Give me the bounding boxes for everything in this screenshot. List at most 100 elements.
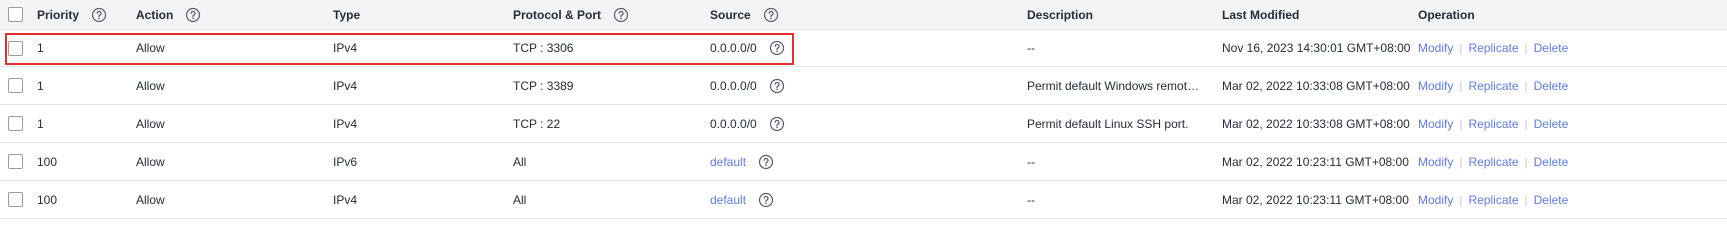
- replicate-link[interactable]: Replicate: [1468, 41, 1518, 55]
- operation-separator: |: [1459, 78, 1463, 93]
- header-type-label: Type: [333, 7, 361, 22]
- source-cell: default: [710, 181, 1020, 218]
- type-cell: IPv4: [333, 30, 503, 66]
- replicate-link[interactable]: Replicate: [1468, 117, 1518, 131]
- select-all-checkbox[interactable]: [8, 7, 23, 22]
- row-checkbox[interactable]: [8, 116, 23, 131]
- row-checkbox-cell: [8, 181, 28, 218]
- header-source-label: Source: [710, 7, 751, 22]
- row-checkbox[interactable]: [8, 78, 23, 93]
- modify-link[interactable]: Modify: [1418, 155, 1453, 169]
- replicate-link[interactable]: Replicate: [1468, 193, 1518, 207]
- protocol-port-value: TCP : 3389: [513, 78, 574, 93]
- source-value[interactable]: default: [710, 193, 746, 207]
- last-modified-cell: Mar 02, 2022 10:33:08 GMT+08:00: [1222, 105, 1412, 142]
- delete-link[interactable]: Delete: [1534, 79, 1569, 93]
- row-checkbox[interactable]: [8, 154, 23, 169]
- delete-link[interactable]: Delete: [1534, 117, 1569, 131]
- last-modified-cell: Mar 02, 2022 10:33:08 GMT+08:00: [1222, 67, 1412, 104]
- security-group-rules-table: Priority Action Type Protocol & Port Sou…: [0, 0, 1727, 246]
- row-checkbox-cell: [8, 30, 28, 66]
- header-operation: Operation: [1418, 0, 1718, 29]
- priority-cell: 100: [37, 143, 132, 180]
- description-cell: --: [1027, 181, 1209, 218]
- operation-separator: |: [1459, 192, 1463, 207]
- description-cell: --: [1027, 30, 1209, 66]
- header-type: Type: [333, 0, 503, 29]
- operation-separator: |: [1459, 41, 1463, 55]
- priority-value: 1: [37, 41, 44, 55]
- source-cell: default: [710, 143, 1020, 180]
- table-header: Priority Action Type Protocol & Port Sou…: [0, 0, 1727, 30]
- source-help-icon[interactable]: [769, 78, 785, 94]
- action-value: Allow: [136, 116, 165, 131]
- protocol-port-cell: TCP : 22: [513, 105, 703, 142]
- protocol-port-value: All: [513, 192, 527, 207]
- action-value: Allow: [136, 154, 165, 169]
- header-description-label: Description: [1027, 7, 1094, 22]
- last-modified-value: Mar 02, 2022 10:23:11 GMT+08:00: [1222, 192, 1409, 207]
- operation-separator: |: [1524, 154, 1528, 169]
- type-cell: IPv4: [333, 181, 503, 218]
- description-value: Permit default Windows remote d...: [1027, 78, 1202, 93]
- description-value: Permit default Linux SSH port.: [1027, 116, 1189, 131]
- modify-link[interactable]: Modify: [1418, 193, 1453, 207]
- source-help-icon[interactable]: [758, 192, 774, 208]
- operation-separator: |: [1524, 116, 1528, 131]
- modify-link[interactable]: Modify: [1418, 79, 1453, 93]
- header-last-modified-label: Last Modified: [1222, 7, 1300, 22]
- priority-help-icon[interactable]: [91, 7, 107, 23]
- modify-link[interactable]: Modify: [1418, 41, 1453, 55]
- description-value: --: [1027, 41, 1035, 55]
- action-cell: Allow: [136, 67, 326, 104]
- protocol-port-value: TCP : 3306: [513, 41, 574, 55]
- protocol-port-cell: All: [513, 143, 703, 180]
- action-cell: Allow: [136, 181, 326, 218]
- source-help-icon[interactable]: [763, 7, 779, 23]
- action-cell: Allow: [136, 105, 326, 142]
- last-modified-cell: Mar 02, 2022 10:23:11 GMT+08:00: [1222, 143, 1412, 180]
- header-action: Action: [136, 0, 326, 29]
- replicate-link[interactable]: Replicate: [1468, 155, 1518, 169]
- header-priority: Priority: [37, 0, 132, 29]
- last-modified-value: Mar 02, 2022 10:33:08 GMT+08:00: [1222, 78, 1410, 93]
- action-help-icon[interactable]: [185, 7, 201, 23]
- protocol-port-help-icon[interactable]: [613, 7, 629, 23]
- priority-value: 1: [37, 116, 44, 131]
- row-checkbox-cell: [8, 143, 28, 180]
- operation-cell: Modify | Replicate | Delete: [1418, 30, 1718, 66]
- delete-link[interactable]: Delete: [1534, 41, 1569, 55]
- last-modified-value: Mar 02, 2022 10:23:11 GMT+08:00: [1222, 154, 1409, 169]
- source-value: 0.0.0.0/0: [710, 41, 757, 55]
- header-protocol-port-label: Protocol & Port: [513, 7, 602, 22]
- row-checkbox[interactable]: [8, 40, 23, 56]
- header-checkbox-cell: [8, 0, 28, 29]
- protocol-port-cell: TCP : 3389: [513, 67, 703, 104]
- priority-value: 100: [37, 154, 58, 169]
- source-value[interactable]: default: [710, 155, 746, 169]
- row-checkbox-cell: [8, 67, 28, 104]
- description-cell: Permit default Windows remote d...: [1027, 67, 1209, 104]
- description-value: --: [1027, 154, 1035, 169]
- delete-link[interactable]: Delete: [1534, 193, 1569, 207]
- source-help-icon[interactable]: [769, 116, 785, 132]
- type-value: IPv4: [333, 78, 358, 93]
- description-value: --: [1027, 192, 1035, 207]
- header-action-label: Action: [136, 7, 174, 22]
- header-protocol-port: Protocol & Port: [513, 0, 703, 29]
- priority-cell: 1: [37, 30, 132, 66]
- table-row: 100 Allow IPv4 All default -- Mar 02, 2022 10:…: [0, 181, 1727, 219]
- source-value: 0.0.0.0/0: [710, 116, 757, 131]
- last-modified-value: Mar 02, 2022 10:33:08 GMT+08:00: [1222, 116, 1410, 131]
- priority-cell: 1: [37, 67, 132, 104]
- replicate-link[interactable]: Replicate: [1468, 79, 1518, 93]
- source-cell: 0.0.0.0/0: [710, 105, 1020, 142]
- priority-value: 1: [37, 78, 44, 93]
- description-cell: Permit default Linux SSH port.: [1027, 105, 1209, 142]
- action-cell: Allow: [136, 143, 326, 180]
- source-help-icon[interactable]: [758, 154, 774, 170]
- row-checkbox[interactable]: [8, 192, 23, 207]
- delete-link[interactable]: Delete: [1534, 155, 1569, 169]
- modify-link[interactable]: Modify: [1418, 117, 1453, 131]
- source-help-icon[interactable]: [769, 40, 785, 56]
